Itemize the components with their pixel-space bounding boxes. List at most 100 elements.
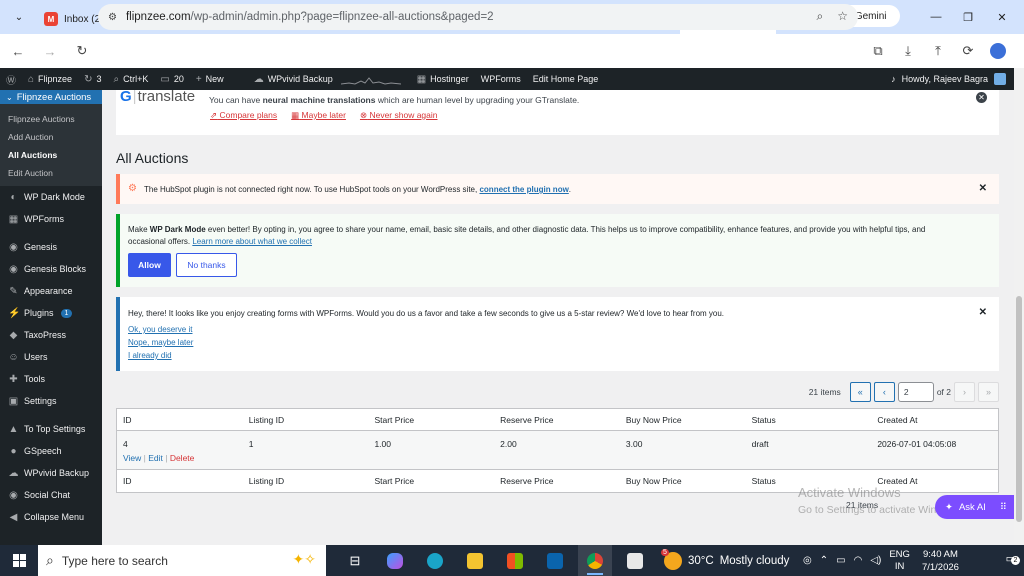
first-page-button[interactable]: « xyxy=(849,382,871,402)
submenu-item[interactable]: All Auctions xyxy=(0,146,102,164)
allow-button[interactable]: Allow xyxy=(128,253,171,277)
sync-icon[interactable]: ⟳ xyxy=(954,37,982,65)
avatar[interactable] xyxy=(994,73,1006,85)
back-arrow-icon[interactable]: ← xyxy=(4,37,32,65)
page-scrollbar[interactable] xyxy=(1014,68,1024,545)
sidebar-item-social-chat[interactable]: ◉ Social Chat xyxy=(0,484,102,506)
sidebar-item-genesis-blocks[interactable]: ◉ Genesis Blocks xyxy=(0,258,102,280)
column-header[interactable]: ID xyxy=(117,415,243,425)
download-icon[interactable]: ⤓ xyxy=(894,37,922,65)
sidebar-item-wpforms[interactable]: ▦ WPForms xyxy=(0,208,102,230)
volume-icon[interactable]: ◁) xyxy=(870,555,881,566)
taskbar-search-input[interactable]: ⌕ Type here to search ✦✧ xyxy=(38,545,326,576)
microsoft-store-icon[interactable] xyxy=(498,545,532,576)
sidebar-item-wpvivid-backup[interactable]: ☁ WPvivid Backup xyxy=(0,462,102,484)
paint-icon[interactable] xyxy=(618,545,652,576)
never-show-link[interactable]: ⊗ Never show again xyxy=(360,110,438,121)
column-header[interactable]: Reserve Price xyxy=(494,476,620,486)
chrome-menu-icon[interactable]: ⋮ xyxy=(1014,37,1024,65)
compare-plans-link[interactable]: ⇗ Compare plans xyxy=(210,110,277,121)
edge-icon[interactable] xyxy=(418,545,452,576)
task-view-icon[interactable]: ⊟ xyxy=(338,545,372,576)
copilot-icon[interactable] xyxy=(378,545,412,576)
people-icon[interactable]: ◎ xyxy=(803,555,812,566)
sidebar-item-flipnzee-auctions[interactable]: ⌄ Flipnzee Auctions xyxy=(0,90,102,104)
edit-link[interactable]: Edit xyxy=(148,453,163,463)
media-icon[interactable]: ⤒ xyxy=(924,37,952,65)
reload-icon[interactable]: ↻ xyxy=(68,37,96,65)
column-header[interactable]: Start Price xyxy=(368,415,494,425)
sidebar-item-genesis[interactable]: ◉ Genesis xyxy=(0,236,102,258)
column-header[interactable]: ID xyxy=(117,476,243,486)
column-header[interactable]: Created At xyxy=(871,415,998,425)
site-info-icon[interactable]: ⚙ xyxy=(108,12,117,23)
wp-logo-icon[interactable]: Ⓦ xyxy=(0,68,22,90)
sidebar-item-wp-dark-mode[interactable]: ◐ WP Dark Mode xyxy=(0,186,102,208)
command-palette-link[interactable]: ⌕ Ctrl+K xyxy=(107,68,154,90)
hubspot-close-icon[interactable]: ✕ xyxy=(979,183,987,194)
learn-more-link[interactable]: Learn more about what we collect xyxy=(192,237,312,246)
submenu-item[interactable]: Add Auction xyxy=(0,128,102,146)
language-indicator[interactable]: ENG IN xyxy=(889,549,910,573)
edit-home-link[interactable]: Edit Home Page xyxy=(527,68,605,90)
column-header[interactable]: Buy Now Price xyxy=(620,415,746,425)
sidebar-item-collapse-menu[interactable]: ◀ Collapse Menu xyxy=(0,506,102,528)
prev-page-button[interactable]: ‹ xyxy=(873,382,895,402)
column-header[interactable]: Buy Now Price xyxy=(620,476,746,486)
site-name-link[interactable]: ⌂ Flipnzee xyxy=(22,68,78,90)
column-header[interactable]: Listing ID xyxy=(243,476,369,486)
bookmark-star-icon[interactable]: ☆ xyxy=(837,9,848,24)
chevron-up-icon[interactable]: ⌃ xyxy=(820,555,828,566)
zoom-search-icon[interactable]: ⌕ xyxy=(817,9,824,24)
submenu-item[interactable]: Flipnzee Auctions xyxy=(0,110,102,128)
outlook-icon[interactable] xyxy=(538,545,572,576)
column-header[interactable]: Start Price xyxy=(368,476,494,486)
ask-ai-button[interactable]: ✦ Ask AI ⠿ xyxy=(935,495,1014,519)
submenu-item[interactable]: Edit Auction xyxy=(0,164,102,182)
wpvivid-link[interactable]: ☁ WPvivid Backup xyxy=(248,68,407,90)
sidebar-item-plugins[interactable]: ⚡ Plugins 1 xyxy=(0,302,102,324)
extensions-puzzle-icon[interactable]: ⧉ xyxy=(864,37,892,65)
sidebar-item-gspeech[interactable]: ● GSpeech xyxy=(0,440,102,462)
weather-widget[interactable]: 5 30°C Mostly cloudy xyxy=(661,545,789,576)
sidebar-item-to-top-settings[interactable]: ▲ To Top Settings xyxy=(0,418,102,440)
bell-icon[interactable]: ♪ xyxy=(891,74,896,84)
column-header[interactable]: Status xyxy=(746,415,872,425)
gtranslate-close-icon[interactable]: ✕ xyxy=(976,92,987,103)
wpforms-close-icon[interactable]: ✕ xyxy=(979,307,987,318)
sidebar-item-appearance[interactable]: ✎ Appearance xyxy=(0,280,102,302)
drag-grid-icon[interactable]: ⠿ xyxy=(1000,502,1007,513)
hostinger-link[interactable]: ▦ Hostinger xyxy=(411,68,475,90)
current-page-input[interactable]: 2 xyxy=(897,382,934,402)
tab-search-chevron-icon[interactable]: ⌄ xyxy=(8,6,30,28)
network-icon[interactable]: ▭ xyxy=(836,555,845,566)
maybe-later-link[interactable]: ▦ Maybe later xyxy=(291,110,346,121)
chrome-icon[interactable] xyxy=(578,545,612,576)
connect-plugin-link[interactable]: connect the plugin now xyxy=(479,185,568,194)
howdy-label[interactable]: Howdy, Rajeev Bagra xyxy=(902,74,988,84)
scrollbar-thumb[interactable] xyxy=(1016,296,1022,522)
sidebar-item-settings[interactable]: ▣ Settings xyxy=(0,390,102,412)
review-option-link[interactable]: Nope, maybe later xyxy=(128,338,193,348)
clock[interactable]: 9:40 AM 7/1/2026 xyxy=(922,548,959,574)
review-option-link[interactable]: Ok, you deserve it xyxy=(128,325,193,335)
view-link[interactable]: View xyxy=(123,453,141,463)
sidebar-item-users[interactable]: ☺ Users xyxy=(0,346,102,368)
sidebar-item-taxopress[interactable]: ◆ TaxoPress xyxy=(0,324,102,346)
comments-link[interactable]: ▭ 20 xyxy=(154,68,189,90)
notification-center-icon[interactable]: ▭2 xyxy=(1006,552,1020,565)
wpforms-link[interactable]: WPForms xyxy=(475,68,527,90)
review-option-link[interactable]: I already did xyxy=(128,351,193,361)
profile-avatar-icon[interactable] xyxy=(984,37,1012,65)
column-header[interactable]: Listing ID xyxy=(243,415,369,425)
delete-link[interactable]: Delete xyxy=(170,453,195,463)
new-content-link[interactable]: + New xyxy=(190,68,230,90)
column-header[interactable]: Reserve Price xyxy=(494,415,620,425)
address-bar[interactable]: ⚙ flipnzee.com/wp-admin/admin.php?page=f… xyxy=(98,4,858,30)
forward-arrow-icon[interactable]: → xyxy=(36,37,64,65)
wifi-icon[interactable]: ◠ xyxy=(854,555,863,566)
close-window-icon[interactable]: ✕ xyxy=(980,0,1024,34)
no-thanks-button[interactable]: No thanks xyxy=(176,253,237,277)
sidebar-item-tools[interactable]: ✚ Tools xyxy=(0,368,102,390)
file-explorer-icon[interactable] xyxy=(458,545,492,576)
